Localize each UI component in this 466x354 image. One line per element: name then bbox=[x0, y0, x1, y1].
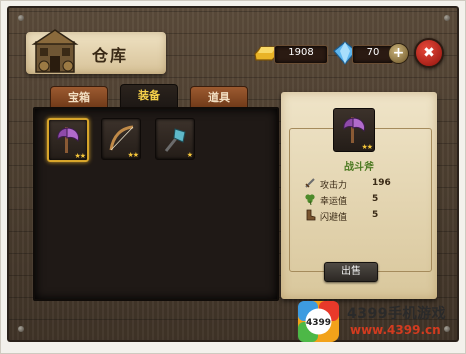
inventory-slot-shovel-axe[interactable]: ★ bbox=[155, 118, 195, 160]
inventory-slot-bow[interactable]: ★★ bbox=[101, 118, 141, 160]
plus-icon: + bbox=[392, 45, 405, 61]
inventory-slot-battle-axe[interactable]: ★★ bbox=[47, 118, 89, 162]
bow-icon bbox=[109, 125, 134, 151]
gem-amount: 70 bbox=[366, 47, 380, 58]
warehouse-icon bbox=[31, 29, 79, 73]
stat-value: 5 bbox=[372, 210, 379, 220]
selected-item-slot: ★★ bbox=[333, 108, 375, 152]
sell-button[interactable]: 出售 bbox=[324, 262, 378, 282]
battle-axe-icon bbox=[343, 117, 365, 143]
item-name: 战斗斧 bbox=[344, 162, 374, 173]
stat-label: 攻击力 bbox=[320, 181, 348, 191]
stat-value: 196 bbox=[372, 178, 391, 188]
boot-icon bbox=[306, 209, 316, 221]
rivet bbox=[444, 326, 450, 332]
rarity-stars: ★ bbox=[186, 151, 193, 159]
watermark-url: www.4399.cn bbox=[350, 323, 441, 337]
stat-value: 5 bbox=[372, 194, 379, 204]
rivet bbox=[18, 15, 24, 21]
4399-logo-icon: 4399 bbox=[298, 301, 339, 342]
logo-badge-text: 4399 bbox=[306, 318, 331, 328]
rivet bbox=[444, 15, 450, 21]
close-icon: ✖ bbox=[423, 45, 435, 61]
rivet bbox=[18, 326, 24, 332]
rarity-stars: ★★ bbox=[361, 143, 373, 151]
title-banner: 仓库 bbox=[26, 29, 166, 74]
tab-chests[interactable]: 宝箱 bbox=[50, 86, 108, 109]
rarity-stars: ★★ bbox=[127, 151, 139, 159]
tab-items[interactable]: 道具 bbox=[190, 86, 248, 109]
sword-icon bbox=[305, 178, 315, 188]
stat-label: 幸运值 bbox=[320, 197, 348, 207]
add-gems-button[interactable]: + bbox=[388, 43, 409, 64]
watermark-title: 4399手机游戏 bbox=[347, 306, 446, 322]
clover-icon bbox=[305, 194, 315, 205]
tab-equipment[interactable]: 装备 bbox=[120, 84, 178, 109]
close-button[interactable]: ✖ bbox=[414, 38, 444, 68]
rarity-stars: ★★ bbox=[74, 152, 86, 160]
gold-counter: 1908 bbox=[274, 45, 328, 64]
shovel-axe-icon bbox=[164, 128, 186, 152]
battle-axe-icon bbox=[57, 127, 79, 153]
page-title: 仓库 bbox=[92, 46, 129, 65]
stat-label: 闪避值 bbox=[320, 213, 348, 223]
gold-amount: 1908 bbox=[288, 47, 314, 58]
